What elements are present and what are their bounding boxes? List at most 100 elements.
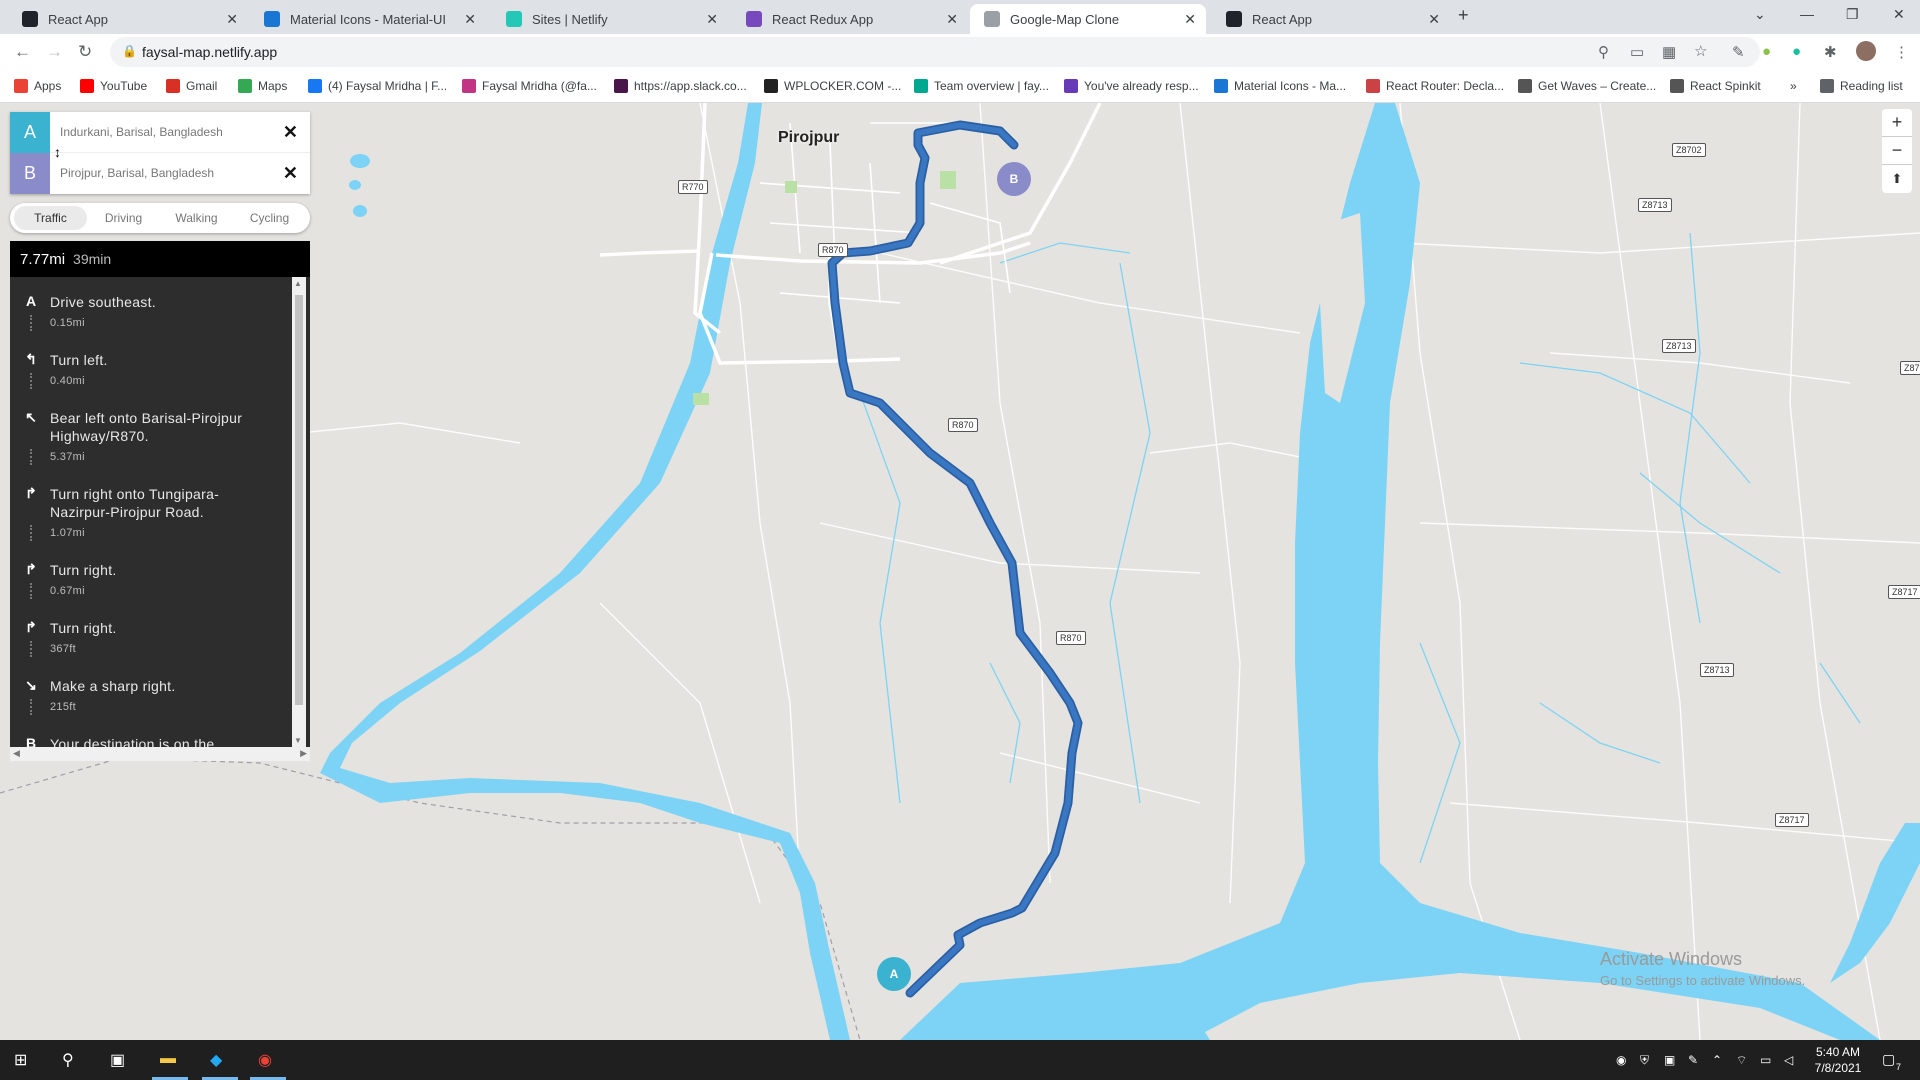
address-bar[interactable]: 🔒 faysal-map.netlify.app ⚲ ▭ ▦ ☆	[110, 37, 1760, 67]
extension-circle-icon[interactable]: ●	[1762, 43, 1771, 60]
bookmark-label: Team overview | fay...	[934, 79, 1049, 93]
wifi-icon[interactable]: ⌔	[1736, 1053, 1747, 1068]
tab-title: Material Icons - Material-UI	[290, 11, 447, 27]
bookmark-label: Maps	[258, 79, 288, 93]
mode-walking[interactable]: Walking	[160, 206, 233, 230]
origin-input[interactable]: Indurkani, Barisal, Bangladesh	[60, 125, 223, 139]
task-view-icon[interactable]: ▣	[110, 1050, 125, 1070]
instruction-step[interactable]: A Drive southeast. 0.15mi	[10, 287, 280, 345]
step-connector	[30, 525, 32, 541]
volume-icon[interactable]: ◁	[1784, 1053, 1793, 1067]
tab-close-icon[interactable]: ✕	[1184, 11, 1196, 28]
tab-close-icon[interactable]: ✕	[946, 11, 958, 28]
search-icon[interactable]: ⚲	[62, 1050, 74, 1070]
instruction-step[interactable]: B Your destination is on the	[10, 729, 280, 747]
tray-chrome-icon[interactable]: ◉	[1616, 1053, 1626, 1067]
horizontal-scrollbar[interactable]: ◀ ▶	[10, 747, 310, 761]
tab-close-icon[interactable]: ✕	[464, 11, 476, 28]
menu-kebab-icon[interactable]: ⋮	[1894, 43, 1909, 61]
tab-close-icon[interactable]: ✕	[1428, 11, 1440, 28]
location-icon[interactable]: ⚲	[1598, 43, 1609, 61]
bookmark-item[interactable]: Maps	[238, 76, 287, 96]
bookmark-item[interactable]: Apps	[14, 76, 61, 96]
zoom-out-button[interactable]: −	[1882, 137, 1912, 165]
scroll-right-icon[interactable]: ▶	[300, 748, 307, 759]
zoom-in-button[interactable]: +	[1882, 109, 1912, 137]
extensions-puzzle-icon[interactable]: ✱	[1824, 43, 1837, 61]
back-icon[interactable]: ←	[14, 42, 31, 62]
scroll-left-icon[interactable]: ◀	[13, 748, 20, 759]
bookmark-item[interactable]: Get Waves – Create...	[1518, 76, 1656, 96]
close-window-button[interactable]: ✕	[1893, 6, 1905, 23]
instruction-step[interactable]: ↱ Turn right. 367ft	[10, 613, 280, 671]
start-icon[interactable]: ⊞	[14, 1050, 27, 1070]
tab-search-icon[interactable]: ⌄	[1754, 6, 1766, 23]
tray-pen-icon[interactable]: ✎	[1688, 1053, 1698, 1067]
battery-icon[interactable]: ▭	[1760, 1053, 1771, 1067]
bookmark-item[interactable]: Faysal Mridha (@fa...	[462, 76, 597, 96]
tray-defender-icon[interactable]: ⛨	[1640, 1053, 1649, 1068]
bookmark-item[interactable]: WPLOCKER.COM -...	[764, 76, 901, 96]
instruction-step[interactable]: ↰ Turn left. 0.40mi	[10, 345, 280, 403]
vertical-scrollbar[interactable]: ▲ ▼	[292, 277, 306, 747]
destination-marker[interactable]: B	[997, 162, 1031, 196]
grammarly-icon[interactable]: ●	[1792, 43, 1801, 60]
bookmark-item[interactable]: (4) Faysal Mridha | F...	[308, 76, 447, 96]
clear-destination-icon[interactable]: ✕	[283, 163, 298, 184]
browser-tab[interactable]: Sites | Netlify ✕	[492, 4, 728, 34]
reload-icon[interactable]: ↻	[78, 42, 92, 62]
scroll-down-icon[interactable]: ▼	[294, 736, 302, 745]
reading-list-button[interactable]: Reading list	[1820, 76, 1903, 96]
clock[interactable]: 5:40 AM 7/8/2021	[1808, 1044, 1868, 1076]
bookmark-item[interactable]: React Router: Decla...	[1366, 76, 1504, 96]
instruction-step[interactable]: ↱ Turn right. 0.67mi	[10, 555, 280, 613]
origin-marker[interactable]: A	[877, 957, 911, 991]
instruction-step[interactable]: ↖ Bear left onto Barisal-Pirojpur Highway…	[10, 403, 280, 465]
mode-driving[interactable]: Driving	[87, 206, 160, 230]
minimize-button[interactable]: —	[1800, 6, 1814, 22]
scrollbar-thumb[interactable]	[295, 295, 303, 705]
tray-app-icon[interactable]: ▣	[1664, 1053, 1675, 1067]
scroll-up-icon[interactable]: ▲	[294, 279, 302, 288]
browser-tab[interactable]: Google-Map Clone ✕	[970, 4, 1206, 34]
notification-center-icon[interactable]: ▢	[1882, 1051, 1895, 1068]
bookmark-item[interactable]: Gmail	[166, 76, 217, 96]
bookmark-star-icon[interactable]: ☆	[1694, 42, 1707, 60]
destination-input[interactable]: Pirojpur, Barisal, Bangladesh	[60, 166, 214, 180]
bookmark-item[interactable]: YouTube	[80, 76, 147, 96]
qr-icon[interactable]: ▦	[1662, 43, 1676, 61]
cast-icon[interactable]: ▭	[1630, 43, 1644, 61]
bookmark-item[interactable]: React Spinkit	[1670, 76, 1761, 96]
mode-traffic[interactable]: Traffic	[14, 206, 87, 230]
browser-tab[interactable]: React Redux App ✕	[732, 4, 968, 34]
lake	[353, 205, 367, 217]
gmail-icon	[166, 79, 180, 93]
browser-tab[interactable]: React App ✕	[8, 4, 248, 34]
step-text: Turn left.	[50, 352, 108, 368]
instruction-step[interactable]: ↱ Turn right onto Tungipara-Nazirpur-Piro…	[10, 479, 280, 541]
reverse-direction-icon[interactable]: ↕	[54, 144, 61, 160]
bookmark-item[interactable]: Material Icons - Ma...	[1214, 76, 1346, 96]
more-bookmarks-button[interactable]: »	[1790, 76, 1797, 96]
forward-icon[interactable]: →	[46, 42, 63, 62]
tab-close-icon[interactable]: ✕	[706, 11, 718, 28]
tab-close-icon[interactable]: ✕	[226, 11, 238, 28]
profile-avatar[interactable]	[1856, 41, 1876, 61]
vscode-icon[interactable]: ◆	[210, 1050, 222, 1070]
file-explorer-icon[interactable]: ▬	[160, 1050, 176, 1068]
compass-button[interactable]: ⬆	[1882, 165, 1912, 193]
step-connector	[30, 315, 32, 331]
tray-chevron-icon[interactable]: ⌃	[1712, 1053, 1722, 1067]
maximize-button[interactable]: ❐	[1846, 6, 1859, 23]
bookmark-item[interactable]: Team overview | fay...	[914, 76, 1049, 96]
new-tab-button[interactable]: +	[1458, 5, 1469, 26]
chrome-icon[interactable]: ◉	[258, 1050, 272, 1070]
instruction-step[interactable]: ↘ Make a sharp right. 215ft	[10, 671, 280, 729]
browser-tab[interactable]: Material Icons - Material-UI ✕	[250, 4, 486, 34]
browser-tab[interactable]: React App ✕	[1212, 4, 1450, 34]
bookmark-item[interactable]: https://app.slack.co...	[614, 76, 747, 96]
clear-origin-icon[interactable]: ✕	[283, 122, 298, 143]
mode-cycling[interactable]: Cycling	[233, 206, 306, 230]
bookmark-item[interactable]: You've already resp...	[1064, 76, 1199, 96]
extension-pen-icon[interactable]: ✎	[1732, 43, 1745, 61]
